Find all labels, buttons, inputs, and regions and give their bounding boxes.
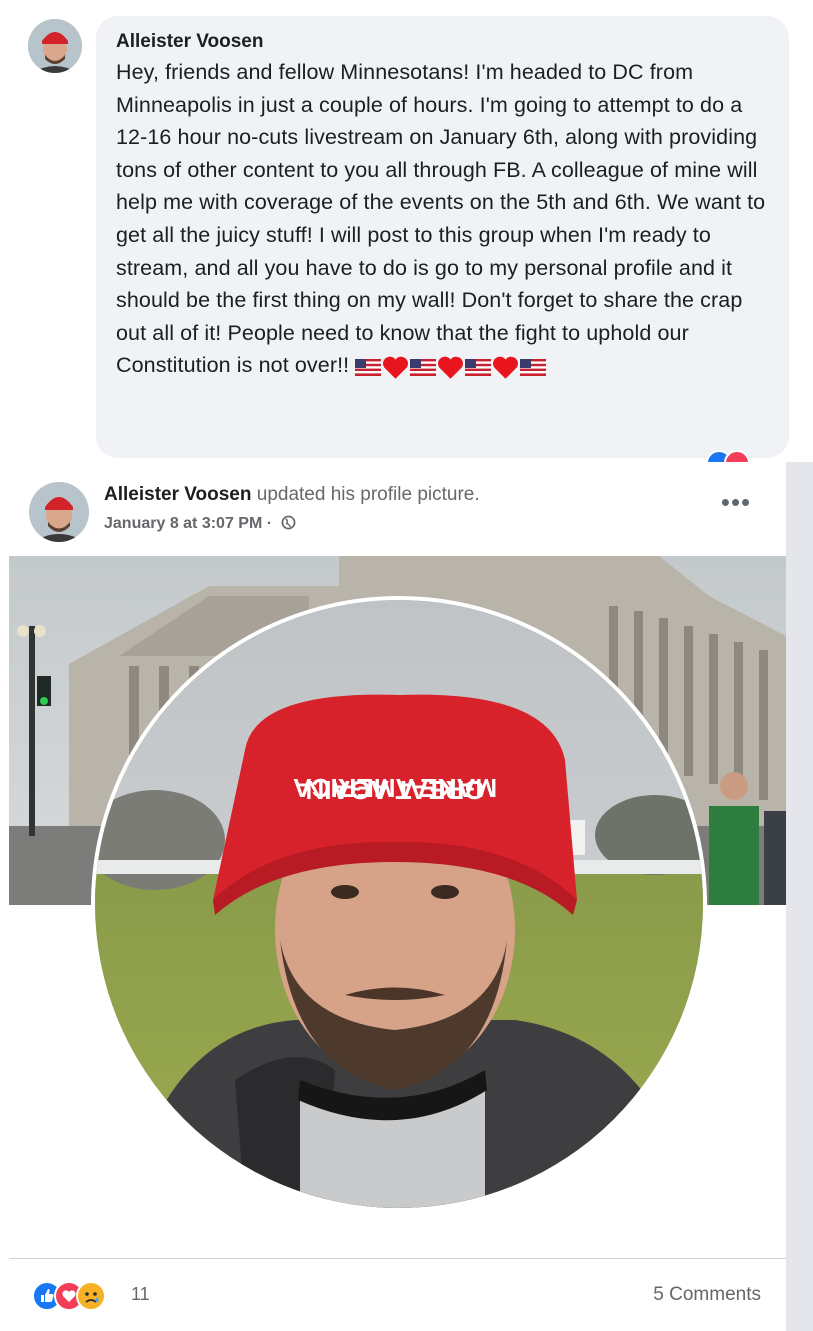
- post-author-avatar[interactable]: [29, 482, 89, 542]
- more-options-button[interactable]: •••: [716, 489, 756, 520]
- us-flag-icon: [410, 359, 437, 377]
- comment-body: Hey, friends and fellow Minnesotans! I'm…: [116, 60, 766, 378]
- comment-author-avatar[interactable]: [28, 19, 82, 73]
- post-meta: January 8 at 3:07 PM ·: [104, 515, 296, 533]
- red-heart-icon: [493, 356, 519, 379]
- us-flag-icon: [355, 359, 382, 377]
- previous-comment-actions: [115, 0, 119, 8]
- post-divider: [9, 1258, 786, 1259]
- meta-separator: ·: [266, 515, 273, 532]
- us-flag-icon: [520, 359, 547, 377]
- comment-author-name[interactable]: Alleister Voosen: [116, 30, 769, 54]
- page-gutter: [786, 462, 813, 1331]
- profile-picture-photo[interactable]: MAKE AMERICA GREAT AGAIN: [9, 556, 786, 1256]
- sad-icon: [76, 1281, 106, 1311]
- globe-icon: [281, 515, 295, 530]
- red-heart-icon: [438, 356, 464, 379]
- post-timestamp[interactable]: January 8 at 3:07 PM: [104, 515, 262, 532]
- post-author-name[interactable]: Alleister Voosen: [104, 484, 251, 505]
- emoji-row: [355, 350, 547, 383]
- reaction-count[interactable]: 11: [131, 1284, 150, 1305]
- comment-bubble: Alleister Voosen Hey, friends and fellow…: [96, 16, 789, 458]
- post-action-text: updated his profile picture.: [256, 484, 480, 505]
- us-flag-icon: [465, 359, 492, 377]
- post-header: Alleister Voosen updated his profile pic…: [104, 484, 480, 506]
- svg-text:GREAT AGAIN: GREAT AGAIN: [305, 775, 484, 805]
- comment-text: Hey, friends and fellow Minnesotans! I'm…: [116, 56, 776, 383]
- comments-count-link[interactable]: 5 Comments: [653, 1284, 761, 1306]
- red-heart-icon: [383, 356, 409, 379]
- profile-picture-circle: MAKE AMERICA GREAT AGAIN: [91, 596, 707, 1212]
